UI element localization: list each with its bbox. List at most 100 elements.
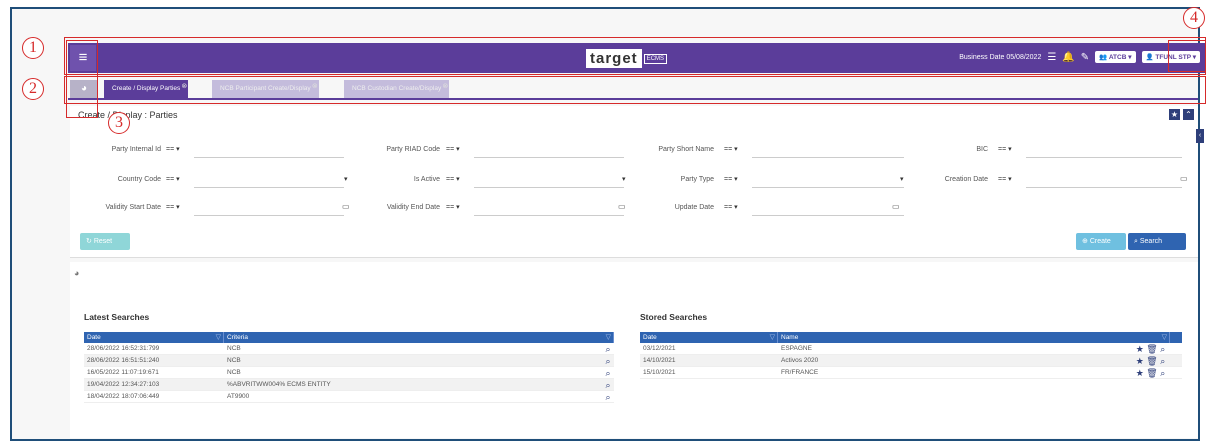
party-short-name-input[interactable] [752, 157, 904, 158]
search-icon[interactable]: ⌕ [1160, 368, 1165, 378]
operator-select[interactable]: == ▾ [998, 145, 1012, 153]
bic-input[interactable] [1026, 157, 1182, 158]
is-active-input[interactable] [474, 187, 624, 188]
operator-select[interactable]: == ▾ [166, 145, 180, 153]
chevron-down-icon[interactable]: ▾ [900, 175, 904, 183]
filter-icon[interactable]: ▽ [216, 332, 221, 343]
operator-select[interactable]: == ▾ [724, 145, 738, 153]
operator-select[interactable]: == ▾ [724, 203, 738, 211]
filter-icon[interactable]: ▽ [770, 332, 775, 343]
operator-select[interactable]: == ▾ [998, 175, 1012, 183]
trash-icon[interactable]: 🗑 [1146, 368, 1157, 378]
table-row[interactable]: 03/12/2021 ESPAGNE ★ 🗑 ⌕ [640, 343, 1182, 355]
row-actions: ★ 🗑 ⌕ [1128, 343, 1170, 354]
callout-number: 4 [1183, 7, 1205, 29]
update-date-input[interactable] [752, 215, 904, 216]
star-icon[interactable]: ★ [1136, 356, 1144, 366]
column-header-date[interactable]: Date ▽ [640, 332, 778, 343]
operator-value: == [166, 176, 175, 183]
operator-value: == [724, 146, 733, 153]
plus-icon: ⊕ [1082, 238, 1090, 245]
search-icon[interactable]: ⌕ [599, 379, 614, 390]
star-icon[interactable]: ★ [1136, 344, 1144, 354]
row-date: 14/10/2021 [643, 357, 676, 364]
table-row[interactable]: 28/06/2022 16:52:31:799 NCB ⌕ [84, 343, 614, 355]
party-riad-code-input[interactable] [474, 157, 624, 158]
star-icon[interactable]: ★ [1169, 109, 1180, 120]
table-row[interactable]: 19/04/2022 12:34:27:103 %ABVRITWW004% ECM… [84, 379, 614, 391]
creation-date-field: Creation Date == ▾ ▭ [910, 174, 1190, 188]
validity-end-date-input[interactable] [474, 215, 624, 216]
operator-select[interactable]: == ▾ [446, 145, 460, 153]
operator-select[interactable]: == ▾ [166, 175, 180, 183]
filter-icon[interactable]: ▽ [1162, 332, 1167, 343]
search-icon[interactable]: ⌕ [599, 355, 614, 366]
party-internal-id-input[interactable] [194, 157, 344, 158]
calendar-icon[interactable]: ▭ [892, 202, 900, 211]
field-label: Party RIAD Code [386, 146, 440, 153]
creation-date-input[interactable] [1026, 187, 1182, 188]
table-row[interactable]: 16/05/2022 11:07:19:671 NCB ⌕ [84, 367, 614, 379]
row-name: ESPAGNE [781, 345, 812, 352]
party-riad-code-field: Party RIAD Code == ▾ [350, 144, 630, 158]
party-type-input[interactable] [752, 187, 904, 188]
chevron-down-icon[interactable]: ▾ [344, 175, 348, 183]
panel-tools: ★ ⌃ [1169, 109, 1194, 120]
row-criteria: AT9900 [227, 393, 250, 400]
search-panel: Create / Display : Parties ★ ⌃ ‹ Party I… [70, 106, 1204, 258]
field-label: Update Date [674, 204, 714, 211]
row-date: 28/06/2022 16:51:51:240 [87, 357, 160, 364]
search-icon[interactable]: ⌕ [599, 343, 614, 354]
operator-select[interactable]: == ▾ [166, 203, 180, 211]
operator-select[interactable]: == ▾ [446, 203, 460, 211]
table-row[interactable]: 14/10/2021 Activos 2020 ★ 🗑 ⌕ [640, 355, 1182, 367]
row-name: Activos 2020 [781, 357, 819, 364]
column-header-name[interactable]: Name ▽ [778, 332, 1170, 343]
dashboard-icon: ◕ [74, 268, 80, 278]
calendar-icon[interactable]: ▭ [618, 202, 626, 211]
search-button[interactable]: ⌕ Search [1128, 233, 1186, 250]
filter-icon[interactable]: ▽ [606, 332, 611, 343]
reset-label: Reset [93, 238, 113, 245]
search-icon[interactable]: ⌕ [1160, 356, 1165, 366]
field-label: Validity End Date [386, 204, 440, 211]
update-date-field: Update Date == ▾ ▭ [630, 202, 910, 216]
calendar-icon[interactable]: ▭ [342, 202, 350, 211]
table-row[interactable]: 28/06/2022 16:51:51:240 NCB ⌕ [84, 355, 614, 367]
callout-box-tabs [64, 76, 1206, 104]
validity-start-date-field: Validity Start Date == ▾ ▭ [70, 202, 350, 216]
table-row[interactable]: 18/04/2022 18:07:06:449 AT9900 ⌕ [84, 391, 614, 403]
is-active-field: Is Active == ▾ ▾ [350, 174, 630, 188]
search-icon[interactable]: ⌕ [599, 391, 614, 402]
chevron-down-icon[interactable]: ▾ [622, 175, 626, 183]
field-label: Party Type [680, 176, 714, 183]
party-short-name-field: Party Short Name == ▾ [630, 144, 910, 158]
operator-select[interactable]: == ▾ [446, 175, 460, 183]
operator-select[interactable]: == ▾ [724, 175, 738, 183]
create-button[interactable]: ⊕ Create [1076, 233, 1126, 250]
party-internal-id-field: Party Internal Id == ▾ [70, 144, 350, 158]
column-header-criteria[interactable]: Criteria ▽ [224, 332, 614, 343]
row-date: 16/05/2022 11:07:19:671 [87, 369, 159, 376]
operator-value: == [166, 146, 175, 153]
side-expand-tab[interactable]: ‹ [1196, 129, 1204, 143]
latest-searches-title: Latest Searches [84, 312, 150, 322]
operator-value: == [446, 146, 455, 153]
trash-icon[interactable]: 🗑 [1146, 344, 1157, 354]
column-header-date[interactable]: Date ▽ [84, 332, 224, 343]
field-label: BIC [976, 146, 988, 153]
search-icon[interactable]: ⌕ [599, 367, 614, 378]
party-type-field: Party Type == ▾ ▾ [630, 174, 910, 188]
row-actions: ★ 🗑 ⌕ [1128, 355, 1170, 366]
trash-icon[interactable]: 🗑 [1146, 356, 1157, 366]
star-icon[interactable]: ★ [1136, 368, 1144, 378]
table-row[interactable]: 15/10/2021 FR/FRANCE ★ 🗑 ⌕ [640, 367, 1182, 379]
table-body: 03/12/2021 ESPAGNE ★ 🗑 ⌕ 14/10/2021 Activos… [640, 343, 1182, 379]
country-code-input[interactable] [194, 187, 344, 188]
collapse-icon[interactable]: ⌃ [1183, 109, 1194, 120]
field-label: Validity Start Date [105, 204, 161, 211]
calendar-icon[interactable]: ▭ [1180, 174, 1188, 183]
validity-start-date-input[interactable] [194, 215, 344, 216]
search-icon[interactable]: ⌕ [1160, 344, 1165, 354]
reset-button[interactable]: ↻ Reset [80, 233, 130, 250]
